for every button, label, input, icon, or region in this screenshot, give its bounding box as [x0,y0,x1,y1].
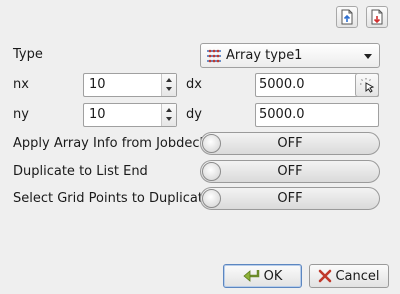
ok-return-icon [242,270,259,282]
ny-label: ny [13,107,29,122]
chevron-down-icon [364,54,372,59]
cancel-label: Cancel [335,268,380,284]
dy-value: 5000.0 [259,107,305,122]
ok-label: OK [263,268,283,284]
type-label: Type [13,47,43,62]
ny-value: 10 [89,107,106,122]
toggle-state: OFF [277,191,303,206]
arrow-down-icon [166,87,172,91]
type-select[interactable]: Array type1 [200,43,380,68]
nx-value: 10 [89,77,106,92]
import-button[interactable] [336,6,358,28]
nx-spinbox[interactable]: 10 [83,73,177,97]
select-grid-points-label: Select Grid Points to Duplicate [13,191,211,206]
pointer-pick-icon [360,78,375,93]
close-icon [319,269,332,283]
arrow-up-icon [166,78,172,82]
dy-label: dy [186,107,202,122]
toggle-state: OFF [277,164,303,179]
duplicate-to-list-end-label: Duplicate to List End [13,164,148,179]
export-file-icon [371,9,383,25]
dy-field[interactable]: 5000.0 [255,103,379,127]
pick-point-button[interactable] [355,73,379,97]
arrow-down-icon [166,117,172,121]
type-select-value: Array type1 [226,48,303,63]
nx-label: nx [13,77,29,92]
arrow-up-icon [166,108,172,112]
ok-button[interactable]: OK [223,264,302,288]
duplicate-to-list-end-toggle[interactable]: OFF [200,160,380,183]
apply-array-info-toggle[interactable]: OFF [200,132,380,155]
nx-increment-button[interactable] [164,75,174,85]
export-button[interactable] [366,6,388,28]
import-file-icon [341,9,353,25]
select-grid-points-toggle[interactable]: OFF [200,187,380,210]
ny-spinbox[interactable]: 10 [83,103,177,127]
array-grid-icon [207,49,221,63]
nx-decrement-button[interactable] [164,85,174,95]
toggle-state: OFF [277,136,303,151]
dx-value: 5000.0 [259,77,305,92]
ny-decrement-button[interactable] [164,115,174,125]
dx-label: dx [186,77,202,92]
cancel-button[interactable]: Cancel [309,264,389,288]
apply-array-info-label: Apply Array Info from Jobdeck [13,136,208,151]
ny-increment-button[interactable] [164,105,174,115]
